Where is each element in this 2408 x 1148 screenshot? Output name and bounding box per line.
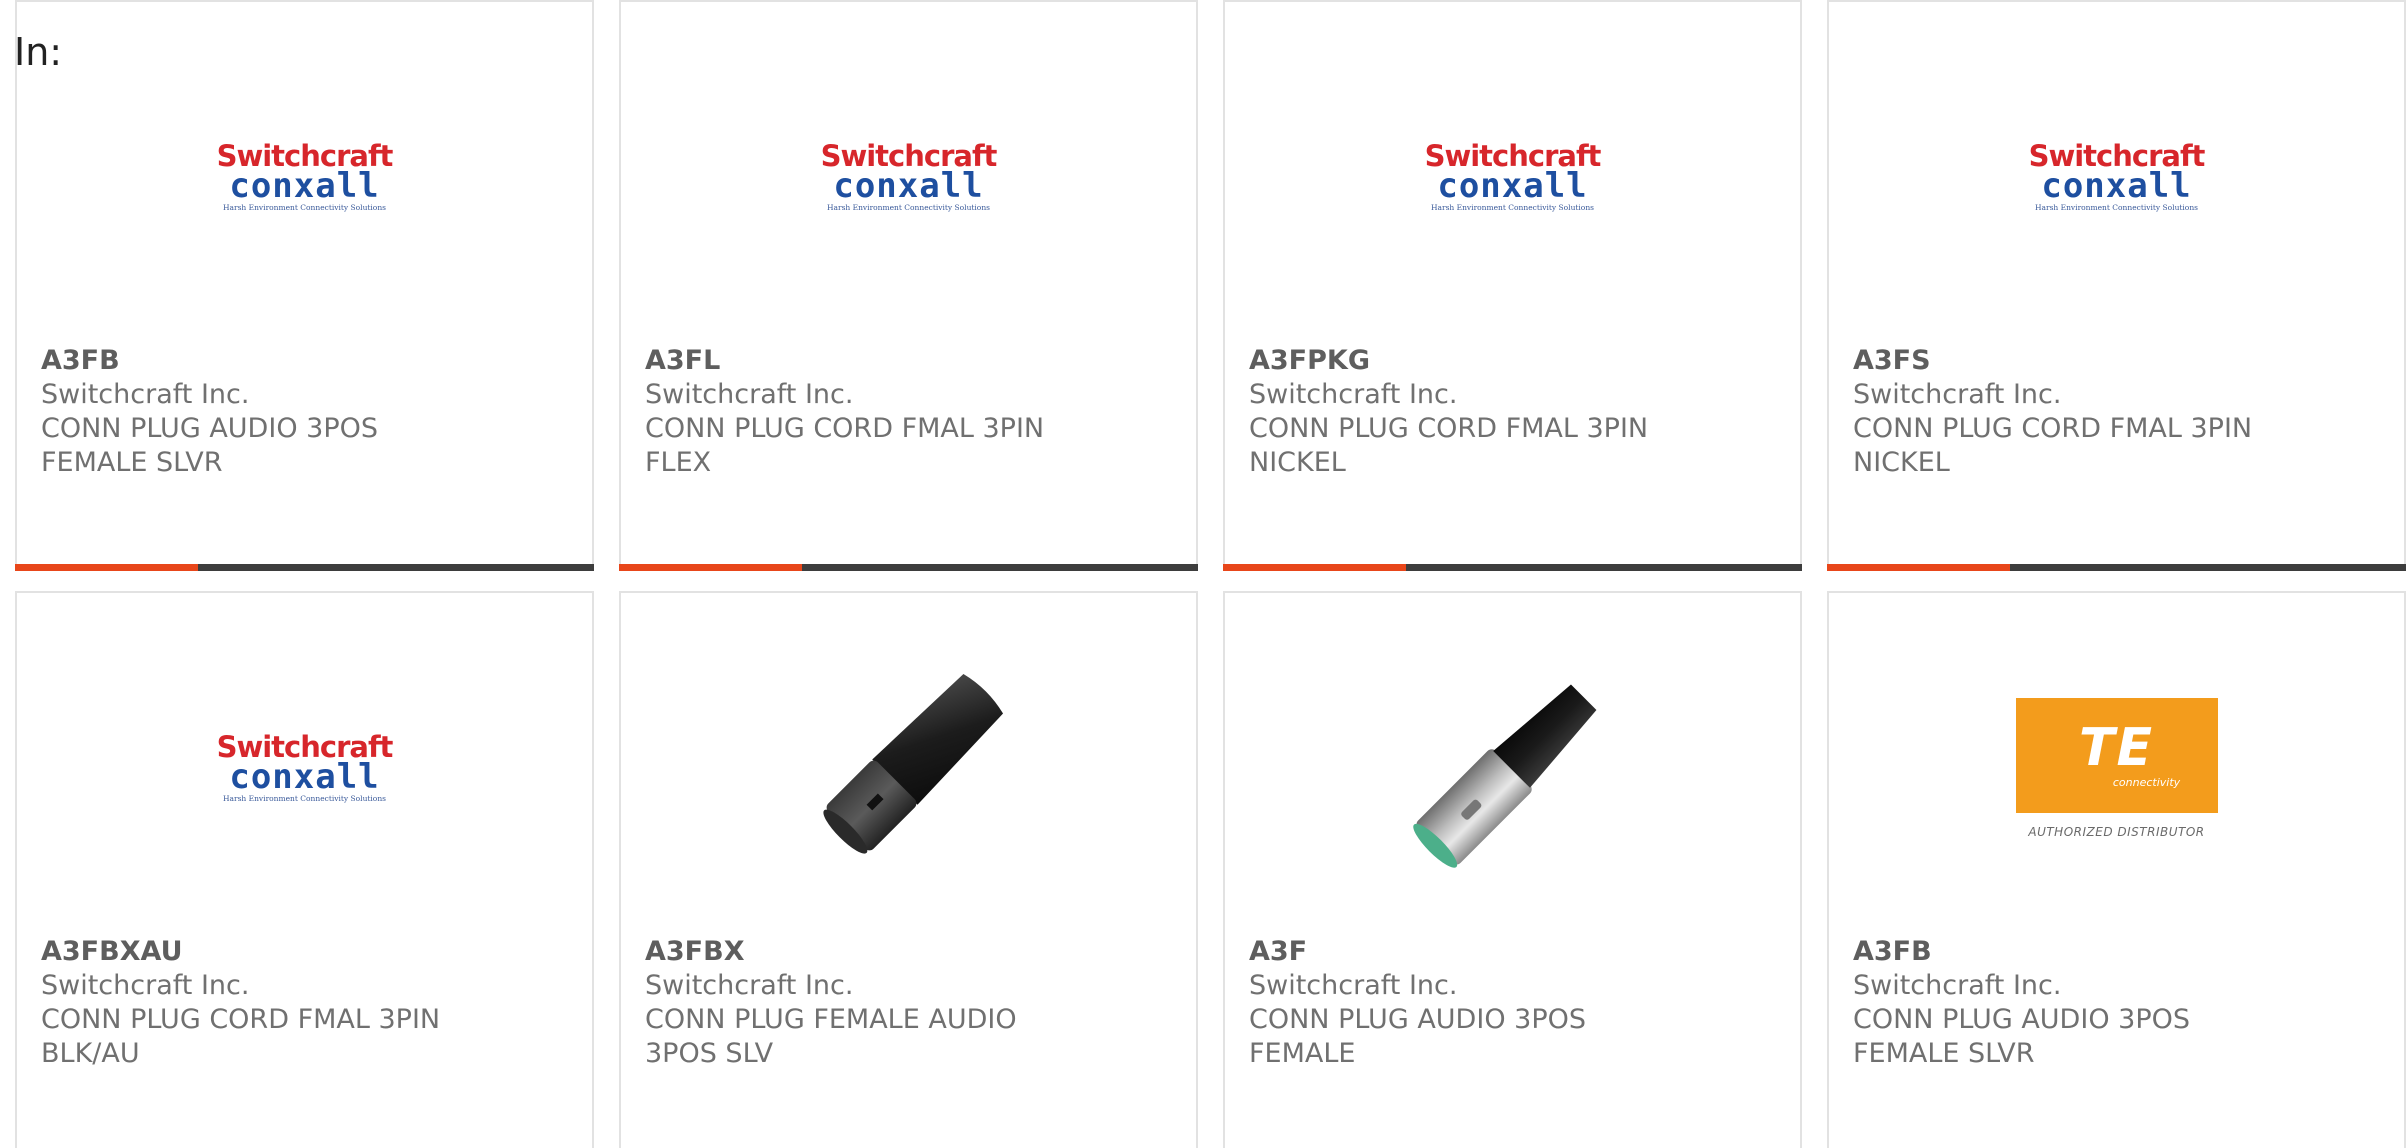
description-line-2: FEMALE [1249,1038,1356,1069]
card-bottom-bar [1827,564,2406,571]
product-image: Switchcraft conxall Harsh Environment Co… [621,62,1196,292]
description-line-1: CONN PLUG CORD FMAL 3PIN [645,413,1045,444]
manufacturer: Switchcraft Inc. [41,379,250,410]
switchcraft-conxall-logo: Switchcraft conxall Harsh Environment Co… [2028,139,2206,213]
product-info: A3FB Switchcraft Inc. CONN PLUG AUDIO 3P… [41,344,572,480]
product-info: A3FPKG Switchcraft Inc. CONN PLUG CORD F… [1249,344,1780,480]
product-image: Switchcraft conxall Harsh Environment Co… [1225,62,1800,292]
product-image: TE connectivity AUTHORIZED DISTRIBUTOR [1829,653,2404,883]
description-line-2: FLEX [645,447,712,478]
product-image: Switchcraft conxall Harsh Environment Co… [1829,62,2404,292]
part-number[interactable]: A3FB [1853,935,2384,969]
manufacturer: Switchcraft Inc. [1853,970,2062,1001]
description-line-1: CONN PLUG CORD FMAL 3PIN [1853,413,2253,444]
part-number[interactable]: A3FL [645,344,1176,378]
te-connectivity-logo: TE connectivity AUTHORIZED DISTRIBUTOR [2015,697,2218,839]
description-line-2: NICKEL [1249,447,1346,478]
part-number[interactable]: A3F [1249,935,1780,969]
description-line-1: CONN PLUG AUDIO 3POS [41,413,378,444]
product-grid-row-2: Switchcraft conxall Harsh Environment Co… [15,591,2408,1148]
black-xlr-connector-photo [822,673,1003,854]
product-image: Switchcraft conxall Harsh Environment Co… [17,62,592,292]
in-label: In: [14,30,63,74]
switchcraft-conxall-logo: Switchcraft conxall Harsh Environment Co… [216,730,394,804]
part-number[interactable]: A3FBXAU [41,935,572,969]
manufacturer: Switchcraft Inc. [645,379,854,410]
switchcraft-conxall-logo: Switchcraft conxall Harsh Environment Co… [820,139,998,213]
product-card[interactable]: A3F Switchcraft Inc. CONN PLUG AUDIO 3PO… [1223,591,1802,1148]
product-card[interactable]: Switchcraft conxall Harsh Environment Co… [1223,0,1802,571]
product-image [1225,653,1800,883]
card-accent [619,564,802,571]
product-info: A3FBXAU Switchcraft Inc. CONN PLUG CORD … [41,935,572,1071]
product-image: Switchcraft conxall Harsh Environment Co… [17,653,592,883]
switchcraft-conxall-logo: Switchcraft conxall Harsh Environment Co… [1424,139,1602,213]
card-accent [15,564,198,571]
description-line-1: CONN PLUG CORD FMAL 3PIN [1249,413,1649,444]
product-image [621,653,1196,883]
manufacturer: Switchcraft Inc. [1249,970,1458,1001]
product-info: A3F Switchcraft Inc. CONN PLUG AUDIO 3PO… [1249,935,1780,1071]
manufacturer: Switchcraft Inc. [645,970,854,1001]
description-line-1: CONN PLUG FEMALE AUDIO [645,1004,1017,1035]
card-bottom-bar [1223,564,1802,571]
card-accent [1827,564,2010,571]
product-card[interactable]: Switchcraft conxall Harsh Environment Co… [15,591,594,1148]
part-number[interactable]: A3FS [1853,344,2384,378]
manufacturer: Switchcraft Inc. [1249,379,1458,410]
description-line-2: BLK/AU [41,1038,140,1069]
card-bottom-bar [619,564,1198,571]
product-grid-page: In: Switchcraft conxall Harsh Environmen… [0,0,2408,1148]
description-line-1: CONN PLUG AUDIO 3POS [1249,1004,1586,1035]
manufacturer: Switchcraft Inc. [1853,379,2062,410]
product-card[interactable]: TE connectivity AUTHORIZED DISTRIBUTOR A… [1827,591,2406,1148]
product-grid: Switchcraft conxall Harsh Environment Co… [15,0,2408,571]
product-card[interactable]: Switchcraft conxall Harsh Environment Co… [15,0,594,571]
card-bottom-bar [15,564,594,571]
switchcraft-conxall-logo: Switchcraft conxall Harsh Environment Co… [216,139,394,213]
card-accent [1223,564,1406,571]
product-card[interactable]: A3FBX Switchcraft Inc. CONN PLUG FEMALE … [619,591,1198,1148]
part-number[interactable]: A3FB [41,344,572,378]
description-line-2: NICKEL [1853,447,1950,478]
product-info: A3FL Switchcraft Inc. CONN PLUG CORD FMA… [645,344,1176,480]
description-line-2: FEMALE SLVR [41,447,223,478]
product-info: A3FS Switchcraft Inc. CONN PLUG CORD FMA… [1853,344,2384,480]
silver-xlr-connector-photo [1412,684,1596,868]
part-number[interactable]: A3FBX [645,935,1176,969]
description-line-1: CONN PLUG CORD FMAL 3PIN [41,1004,441,1035]
description-line-1: CONN PLUG AUDIO 3POS [1853,1004,2190,1035]
product-info: A3FBX Switchcraft Inc. CONN PLUG FEMALE … [645,935,1176,1071]
product-card[interactable]: Switchcraft conxall Harsh Environment Co… [1827,0,2406,571]
product-card[interactable]: Switchcraft conxall Harsh Environment Co… [619,0,1198,571]
description-line-2: FEMALE SLVR [1853,1038,2035,1069]
description-line-2: 3POS SLV [645,1038,774,1069]
manufacturer: Switchcraft Inc. [41,970,250,1001]
part-number[interactable]: A3FPKG [1249,344,1780,378]
product-info: A3FB Switchcraft Inc. CONN PLUG AUDIO 3P… [1853,935,2384,1071]
